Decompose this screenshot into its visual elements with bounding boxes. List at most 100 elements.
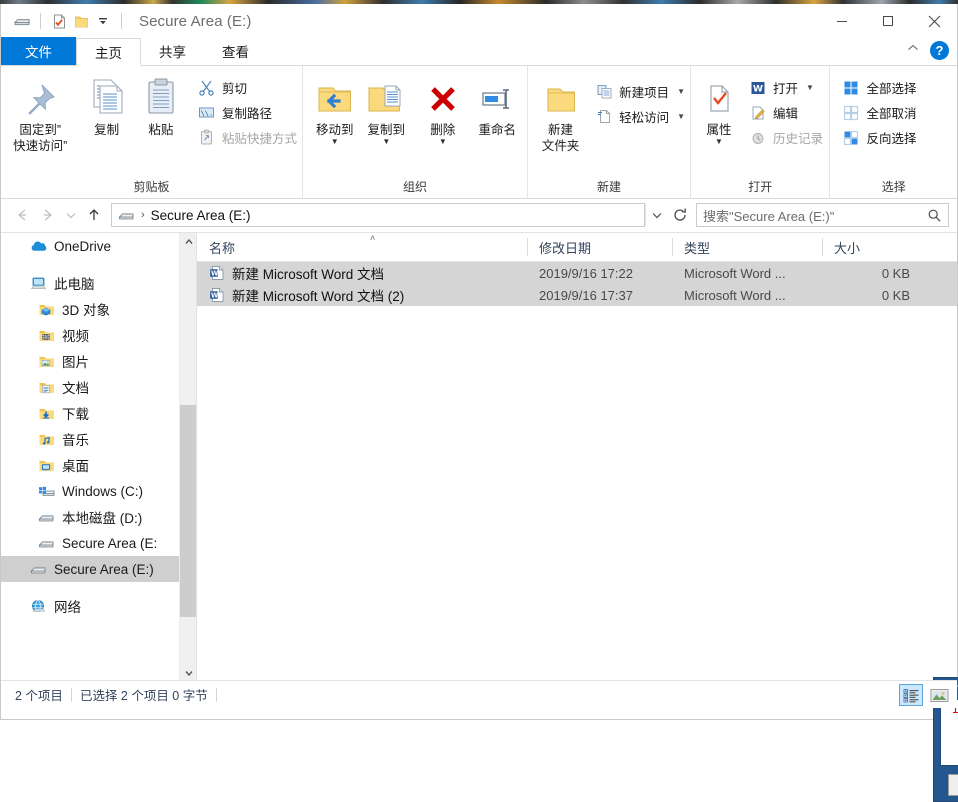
forward-button[interactable]	[35, 202, 61, 228]
navigation-pane: OneDrive 此电脑 3D 对象 视频 图片 文档 下载 音乐桌面 Windows (C:)…	[1, 233, 196, 680]
ribbon-tab-bar: 文件 主页 共享 查看 ?	[1, 37, 957, 66]
sidebar-item-0[interactable]: OneDrive	[1, 233, 179, 259]
sidebar-item-5[interactable]: 文档	[1, 374, 179, 400]
delete-label: 删除	[430, 123, 456, 137]
sidebar-item-label: 本地磁盘 (D:)	[62, 511, 143, 526]
copy-path-button[interactable]: \\.. 复制路径	[194, 100, 302, 125]
open-button[interactable]: W 打开 ▼	[745, 75, 828, 100]
select-all-button[interactable]: 全部选择	[838, 75, 921, 100]
column-header-type[interactable]: 类型	[672, 233, 822, 261]
securesilo-show-main-menu-button[interactable]: Show Main Menu	[948, 774, 958, 796]
sidebar-item-9[interactable]: Windows (C:)	[1, 478, 179, 504]
column-header-date[interactable]: 修改日期	[527, 233, 672, 261]
column-header-size[interactable]: 大小	[822, 233, 922, 261]
breadcrumb-separator[interactable]: ›	[139, 209, 147, 221]
tab-view[interactable]: 查看	[204, 37, 267, 65]
chevron-down-icon-7[interactable]: ▼	[806, 83, 814, 92]
sidebar-item-3[interactable]: 视频	[1, 322, 179, 348]
search-box[interactable]: 搜索"Secure Area (E:)"	[696, 203, 949, 227]
scroll-down-button[interactable]	[180, 664, 196, 680]
edit-button[interactable]: 编辑	[745, 100, 828, 125]
history-button[interactable]: 历史记录	[745, 125, 828, 150]
cut-button[interactable]: 剪切	[194, 75, 302, 100]
chevron-down-icon-5[interactable]: ▼	[677, 112, 685, 121]
folder-music-icon	[37, 430, 55, 448]
maximize-button[interactable]	[865, 4, 911, 38]
column-header-name[interactable]: 名称	[197, 233, 527, 261]
copy-to-button[interactable]: 复制到 ▼	[361, 73, 413, 146]
invert-selection-button[interactable]: 反向选择	[838, 125, 921, 150]
chevron-down-icon-4[interactable]: ▼	[677, 87, 685, 96]
address-box[interactable]: › Secure Area (E:)	[111, 203, 645, 227]
easy-access-button[interactable]: 轻松访问 ▼	[591, 104, 690, 129]
edit-label: 编辑	[773, 107, 799, 121]
customize-dropdown-icon[interactable]	[92, 10, 114, 32]
view-mode-buttons	[899, 684, 951, 706]
chevron-up-icon[interactable]	[906, 41, 920, 60]
new-folder-icon[interactable]	[70, 10, 92, 32]
properties-button[interactable]: 属性 ▼	[695, 73, 743, 146]
nav-tree: OneDrive 此电脑 3D 对象 视频 图片 文档 下载 音乐桌面 Windows (C:)…	[1, 233, 179, 619]
new-item-button[interactable]: 新建项目 ▼	[591, 79, 690, 104]
chevron-down-icon-3[interactable]: ▼	[439, 138, 447, 146]
sidebar-item-2[interactable]: 3D 对象	[1, 296, 179, 322]
sidebar-item-label: 桌面	[62, 459, 89, 474]
tab-file[interactable]: 文件	[1, 37, 76, 65]
svg-text:\\..: \\..	[201, 109, 215, 117]
chevron-down-icon[interactable]: ▼	[331, 138, 339, 146]
open-group-label: 打开	[748, 180, 773, 194]
file-name-cell[interactable]: W 新建 Microsoft Word 文档	[197, 263, 527, 283]
pin-to-quick-access-button[interactable]: 固定到” 快速访问”	[1, 73, 80, 154]
search-icon[interactable]	[927, 208, 942, 223]
sidebar-item-10[interactable]: 本地磁盘 (D:)	[1, 504, 179, 530]
drive-icon	[29, 560, 47, 578]
sidebar-item-13[interactable]: 网络	[1, 593, 179, 619]
details-view-button[interactable]	[899, 684, 923, 706]
refresh-button[interactable]	[668, 203, 692, 227]
help-button[interactable]: ?	[930, 41, 949, 60]
scrollbar-thumb[interactable]	[180, 405, 196, 617]
column-header-name-label: 名称	[209, 240, 236, 256]
scroll-up-button[interactable]	[180, 233, 196, 250]
file-name-cell[interactable]: W 新建 Microsoft Word 文档 (2)	[197, 285, 527, 305]
search-input[interactable]: 搜索"Secure Area (E:)"	[703, 206, 927, 225]
new-folder-button[interactable]: 新建 文件夹	[534, 73, 587, 154]
thumbnails-view-button[interactable]	[927, 684, 951, 706]
sidebar-item-1[interactable]: 此电脑	[1, 270, 179, 296]
sidebar-item-11[interactable]: Secure Area (E:	[1, 530, 179, 556]
tab-home[interactable]: 主页	[76, 38, 141, 66]
recent-locations-button[interactable]	[61, 202, 81, 228]
sidebar-item-8[interactable]: 桌面	[1, 452, 179, 478]
sidebar-item-12[interactable]: Secure Area (E:)	[1, 556, 179, 582]
rename-button[interactable]: 重命名	[468, 73, 527, 138]
sidebar-item-4[interactable]: 图片	[1, 348, 179, 374]
sidebar-item-6[interactable]: 下载	[1, 400, 179, 426]
chevron-down-icon-2[interactable]: ▼	[382, 138, 390, 146]
sidebar-scrollbar[interactable]	[179, 233, 196, 680]
close-button[interactable]	[911, 4, 957, 38]
delete-button[interactable]: 删除 ▼	[418, 73, 468, 146]
back-button[interactable]	[9, 202, 35, 228]
new-folder-label-2: 文件夹	[541, 139, 580, 153]
move-to-button[interactable]: 移动到 ▼	[309, 73, 361, 146]
select-none-button[interactable]: 全部取消	[838, 100, 921, 125]
table-row[interactable]: W 新建 Microsoft Word 文档 (2) 2019/9/16 17:3…	[197, 284, 957, 306]
up-button[interactable]	[81, 202, 107, 228]
properties-icon[interactable]	[48, 10, 70, 32]
drive-icon-breadcrumb[interactable]	[118, 207, 135, 224]
sidebar-item-7[interactable]: 音乐	[1, 426, 179, 452]
address-dropdown-button[interactable]	[645, 204, 667, 226]
copy-icon	[87, 75, 127, 119]
clipboard-small-buttons: 剪切 \\.. 复制路径	[194, 73, 302, 150]
chevron-down-icon-6[interactable]: ▼	[715, 138, 723, 146]
select-all-label: 全部选择	[866, 82, 917, 96]
paste-button[interactable]: 粘贴	[134, 73, 188, 138]
drive-icon[interactable]	[11, 10, 33, 32]
breadcrumb-path[interactable]: Secure Area (E:)	[151, 208, 251, 223]
tab-share[interactable]: 共享	[141, 37, 204, 65]
minimize-button[interactable]	[819, 4, 865, 38]
open-label: 打开	[773, 82, 799, 96]
paste-shortcut-button[interactable]: 粘贴快捷方式	[194, 125, 302, 150]
copy-button[interactable]: 复制	[80, 73, 134, 138]
table-row[interactable]: W 新建 Microsoft Word 文档 2019/9/16 17:22 Mic…	[197, 262, 957, 284]
